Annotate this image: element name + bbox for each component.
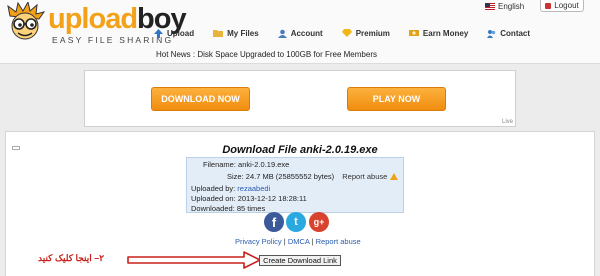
user-icon — [277, 29, 287, 38]
ad-banner: DOWNLOAD NOW PLAY NOW Live — [84, 70, 516, 127]
diamond-icon — [341, 29, 352, 37]
annotation-arrow-icon — [127, 251, 261, 269]
downloaded-row: Downloaded: 85 times — [191, 204, 266, 213]
main-nav: Upload My Files Account Premium Earn Mon… — [154, 26, 549, 40]
create-download-link-button[interactable]: Create Download Link — [259, 255, 341, 266]
site-header: uploadboy EASY FILE SHARING English Logo… — [0, 0, 600, 64]
ad-play-now-button[interactable]: PLAY NOW — [347, 87, 446, 111]
warning-icon — [390, 173, 399, 180]
uploaded-on-row: Uploaded on: 2013-12-12 18:28:11 — [191, 194, 307, 203]
uploader-link[interactable]: rezaabedi — [237, 184, 270, 193]
ad-live-label: Live — [501, 119, 513, 125]
footer-links: Privacy Policy | DMCA | Report abuse — [235, 237, 361, 246]
dmca-link[interactable]: DMCA — [288, 237, 310, 246]
mascot-logo-icon[interactable] — [4, 2, 46, 44]
filename-row: Filename: anki-2.0.19.exe — [203, 160, 290, 169]
logout-icon — [545, 2, 552, 9]
language-selector[interactable]: English — [485, 2, 524, 11]
google-plus-share-icon[interactable]: g+ — [309, 212, 329, 232]
nav-earn-money[interactable]: Earn Money — [408, 26, 468, 40]
privacy-policy-link[interactable]: Privacy Policy — [235, 237, 282, 246]
report-abuse-footer-link[interactable]: Report abuse — [316, 237, 361, 246]
logout-button[interactable]: Logout — [540, 0, 584, 12]
click-here-annotation: ۲– اینجا کلیک کنید — [38, 253, 105, 263]
uploaded-by-row: Uploaded by: rezaabedi — [191, 184, 271, 193]
nav-my-files[interactable]: My Files — [213, 26, 259, 40]
hot-news-ticker: Hot News : Disk Space Upgraded to 100GB … — [156, 50, 377, 59]
nav-premium[interactable]: Premium — [341, 26, 390, 40]
twitter-share-icon[interactable]: t — [286, 212, 306, 232]
download-title: Download File anki-2.0.19.exe — [222, 144, 378, 156]
upload-arrow-icon — [154, 28, 163, 38]
size-value: 24.7 MB (25855552 bytes) — [245, 172, 335, 181]
ad-download-now-button[interactable]: DOWNLOAD NOW — [151, 87, 250, 111]
facebook-share-icon[interactable]: f — [264, 212, 284, 232]
size-row: Size: 24.7 MB (25855552 bytes) Report ab… — [227, 172, 399, 181]
nav-account[interactable]: Account — [277, 26, 323, 40]
nav-contact[interactable]: Contact — [487, 26, 530, 40]
language-label: English — [498, 2, 525, 11]
us-flag-icon — [485, 3, 495, 10]
contact-icon — [487, 29, 496, 38]
file-info-box: Filename: anki-2.0.19.exe Size: 24.7 MB … — [186, 157, 404, 213]
download-count-value: 85 times — [236, 204, 266, 213]
folder-icon — [213, 30, 224, 37]
nav-upload[interactable]: Upload — [154, 26, 194, 40]
report-abuse-link[interactable]: Report abuse — [342, 172, 387, 181]
upload-date-value: 2013-12-12 18:28:11 — [237, 194, 307, 203]
filename-value: anki-2.0.19.exe — [238, 160, 290, 169]
money-icon — [408, 30, 419, 36]
